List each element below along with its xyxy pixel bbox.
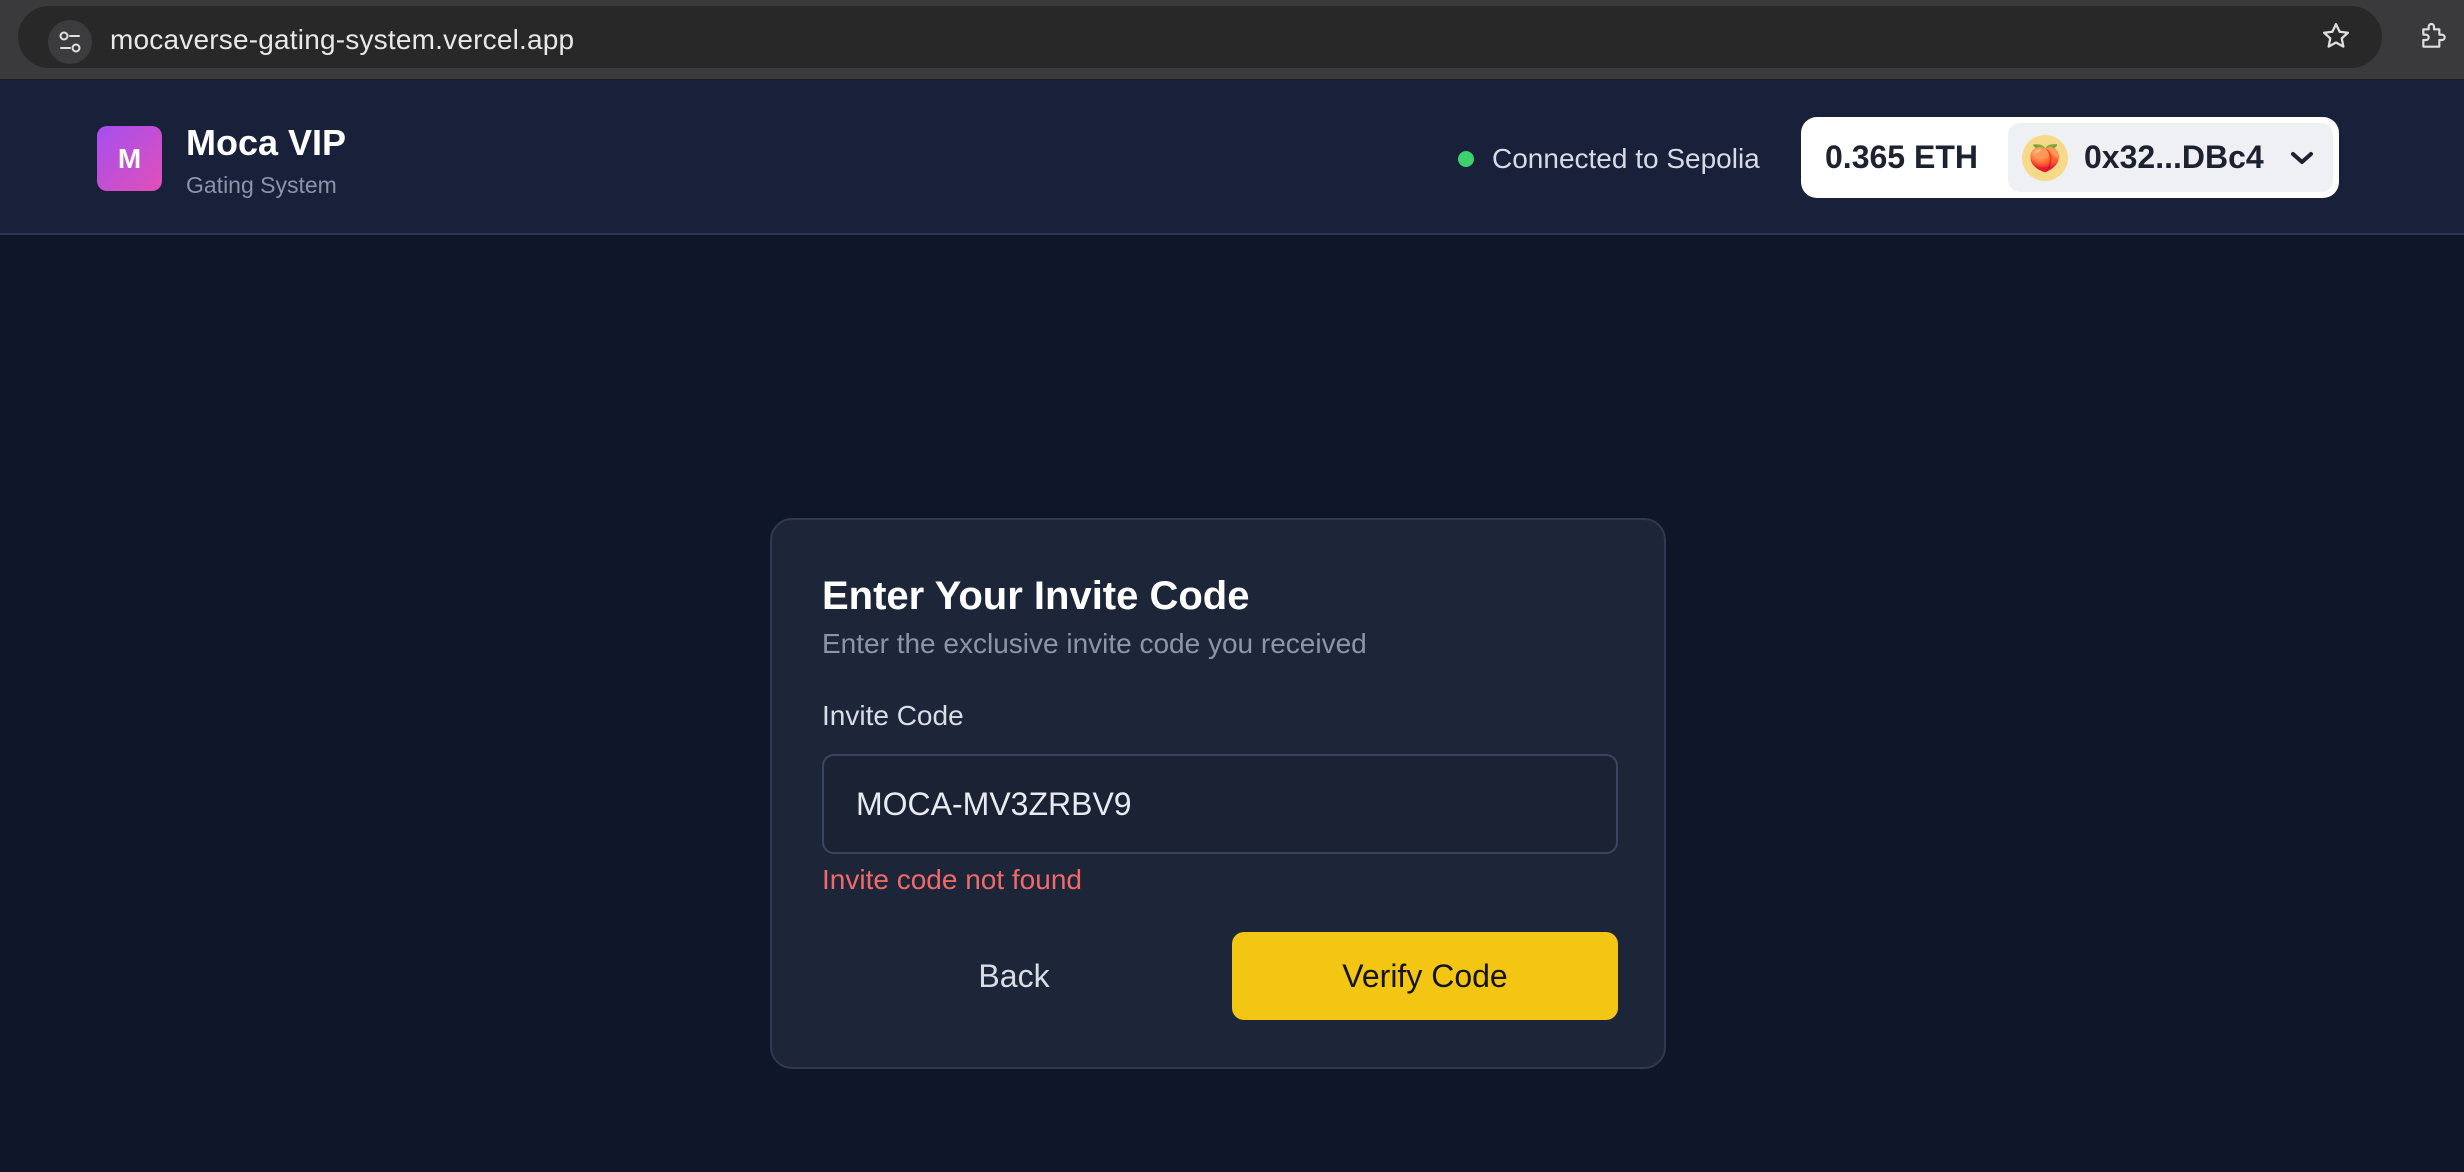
card-subtitle: Enter the exclusive invite code you rece…: [822, 628, 1367, 659]
back-button[interactable]: Back: [822, 932, 1206, 1020]
network-status: Connected to Sepolia: [1458, 143, 1760, 174]
chevron-down-icon: [2291, 152, 2313, 164]
site-settings-icon[interactable]: [48, 20, 92, 64]
wallet-balance[interactable]: 0.365 ETH: [1825, 139, 1978, 176]
wallet-address: 0x32...DBc4: [2084, 139, 2264, 175]
logo: M: [97, 126, 162, 191]
wallet-account-button[interactable]: 🍑 0x32...DBc4: [2008, 123, 2333, 192]
invite-code-card: Enter Your Invite Code Enter the exclusi…: [770, 518, 1666, 1069]
address-bar[interactable]: mocaverse-gating-system.vercel.app: [18, 6, 2382, 68]
invite-code-input[interactable]: [822, 754, 1618, 854]
star-icon[interactable]: [2314, 14, 2358, 58]
card-title: Enter Your Invite Code: [822, 574, 1250, 618]
url-text[interactable]: mocaverse-gating-system.vercel.app: [110, 24, 574, 56]
status-dot-icon: [1458, 151, 1474, 167]
error-message: Invite code not found: [822, 864, 1082, 895]
verify-code-button[interactable]: Verify Code: [1232, 932, 1618, 1020]
invite-code-label: Invite Code: [822, 700, 964, 731]
wallet-avatar: 🍑: [2022, 135, 2068, 181]
brand-subtitle: Gating System: [186, 172, 337, 198]
browser-toolbar: mocaverse-gating-system.vercel.app: [0, 0, 2464, 80]
extensions-icon[interactable]: [2412, 14, 2456, 58]
wallet-connect-button[interactable]: 0.365 ETH 🍑 0x32...DBc4: [1801, 117, 2339, 198]
network-status-text: Connected to Sepolia: [1492, 143, 1760, 174]
app-header: M Moca VIP Gating System Connected to Se…: [0, 80, 2464, 235]
brand-title: Moca VIP: [186, 122, 347, 163]
